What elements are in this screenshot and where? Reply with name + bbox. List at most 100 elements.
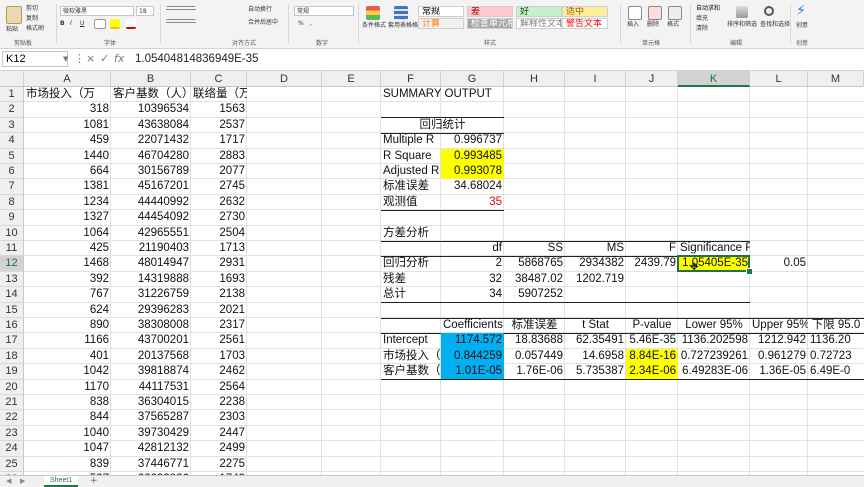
anova-cell[interactable]: 5868765	[504, 256, 565, 271]
column-header-i[interactable]: I	[565, 71, 626, 87]
data-cell[interactable]: 44454092	[111, 210, 191, 225]
data-cell[interactable]: 1064	[24, 226, 111, 241]
row-header-4[interactable]: 4	[0, 133, 24, 149]
data-cell[interactable]: 2745	[191, 179, 247, 194]
cell-style-5[interactable]: 检查单元格	[467, 18, 513, 29]
coef-header[interactable]: Lower 95%	[678, 318, 750, 333]
prev-sheet-button[interactable]: ◀	[6, 476, 11, 487]
coef-header[interactable]: t Stat	[565, 318, 626, 333]
row-header-14[interactable]: 14	[0, 287, 24, 303]
insert-function-icon[interactable]: fx	[114, 51, 124, 67]
coef-header[interactable]: Upper 95%	[750, 318, 808, 333]
row-header-2[interactable]: 2	[0, 102, 24, 118]
row-header-12[interactable]: 12	[0, 256, 24, 272]
row-header-1[interactable]: 1	[0, 87, 24, 103]
anova-header[interactable]: Significance F	[678, 241, 750, 256]
row-header-11[interactable]: 11	[0, 241, 24, 257]
coef-cell[interactable]: 0.72723	[808, 349, 864, 364]
summary-title[interactable]: SUMMARY OUTPUT	[381, 87, 565, 102]
data-cell[interactable]: 1468	[24, 256, 111, 271]
autosum-button[interactable]: 自动求和	[696, 5, 720, 13]
data-cell[interactable]: 839	[24, 457, 111, 472]
anova-cell[interactable]: 34	[441, 287, 504, 302]
data-cell[interactable]: 39730429	[111, 426, 191, 441]
data-cell[interactable]: 2447	[191, 426, 247, 441]
data-cell[interactable]: 2537	[191, 118, 247, 133]
reg-stat-value[interactable]: 0.996737	[441, 133, 504, 148]
row-header-7[interactable]: 7	[0, 179, 24, 195]
data-cell[interactable]: 1563	[191, 102, 247, 117]
row-header-21[interactable]: 21	[0, 395, 24, 411]
cell-style-7[interactable]: 警告文本	[562, 18, 608, 29]
column-header-d[interactable]: D	[247, 71, 322, 87]
data-cell[interactable]: 2077	[191, 164, 247, 179]
coef-cell[interactable]: 6.49283E-06	[678, 364, 750, 379]
data-cell[interactable]: 1703	[191, 349, 247, 364]
data-cell[interactable]: 664	[24, 164, 111, 179]
border-icon[interactable]	[94, 19, 106, 29]
data-cell[interactable]: 43700201	[111, 333, 191, 348]
data-cell[interactable]: 37446771	[111, 457, 191, 472]
row-header-10[interactable]: 10	[0, 225, 24, 241]
add-sheet-button[interactable]: +	[90, 476, 98, 487]
anova-title[interactable]: 方差分析	[381, 226, 504, 241]
align-center-icon[interactable]	[166, 19, 196, 25]
data-cell[interactable]: 39818874	[111, 364, 191, 379]
data-cell[interactable]: 2730	[191, 210, 247, 225]
row-header-16[interactable]: 16	[0, 318, 24, 334]
data-cell[interactable]: 2499	[191, 441, 247, 456]
data-cell[interactable]: 1693	[191, 272, 247, 287]
reg-stat-value[interactable]: 35	[441, 195, 504, 210]
fill-button[interactable]: 填充	[696, 15, 708, 23]
data-cell[interactable]: 425	[24, 241, 111, 256]
data-cell[interactable]: 2317	[191, 318, 247, 333]
data-cell[interactable]: 2021	[191, 303, 247, 318]
data-cell[interactable]: 1234	[24, 195, 111, 210]
format-painter-button[interactable]: 格式刷	[26, 25, 44, 33]
data-header-cell[interactable]: 市场投入（万	[24, 87, 111, 102]
data-cell[interactable]: 20137568	[111, 349, 191, 364]
anova-cell[interactable]: 2	[441, 256, 504, 271]
coef-row-label[interactable]: Intercept	[381, 333, 441, 348]
italic-button[interactable]: I	[70, 20, 72, 28]
merge-center-button[interactable]: 合并后居中	[248, 19, 278, 27]
row-header-6[interactable]: 6	[0, 164, 24, 180]
cut-button[interactable]: 剪切	[26, 5, 38, 13]
row-header-8[interactable]: 8	[0, 194, 24, 211]
delete-icon[interactable]	[648, 6, 662, 20]
row-header-3[interactable]: 3	[0, 117, 24, 134]
data-cell[interactable]: 42965551	[111, 226, 191, 241]
data-cell[interactable]: 1717	[191, 133, 247, 148]
row-header-17[interactable]: 17	[0, 333, 24, 349]
coef-header[interactable]: 标准误差	[504, 318, 565, 333]
data-cell[interactable]: 2883	[191, 149, 247, 164]
anova-cell[interactable]: 2439.79	[626, 256, 678, 271]
row-header-5[interactable]: 5	[0, 148, 24, 164]
find-select-icon[interactable]	[764, 6, 774, 16]
coef-row-label[interactable]: 客户基数（人	[381, 364, 441, 379]
data-cell[interactable]: 37565287	[111, 410, 191, 425]
reg-stat-label[interactable]: R Square	[381, 149, 441, 164]
data-cell[interactable]: 838	[24, 395, 111, 410]
coef-header[interactable]: 下限 95.0	[808, 318, 864, 333]
format-icon[interactable]	[668, 6, 682, 20]
data-cell[interactable]: 2462	[191, 364, 247, 379]
data-cell[interactable]: 2931	[191, 256, 247, 271]
coef-cell[interactable]: 0.727239261	[678, 349, 750, 364]
data-cell[interactable]: 890	[24, 318, 111, 333]
column-header-m[interactable]: M	[808, 71, 864, 87]
coef-header[interactable]: Coefficients	[441, 318, 504, 333]
data-cell[interactable]: 1327	[24, 210, 111, 225]
coef-cell[interactable]: 1136.202598	[678, 333, 750, 348]
data-cell[interactable]: 46704280	[111, 149, 191, 164]
cancel-icon[interactable]: ×	[86, 51, 95, 67]
coef-header[interactable]: P-value	[626, 318, 678, 333]
name-box[interactable]: K12	[2, 51, 68, 67]
row-header-20[interactable]: 20	[0, 379, 24, 395]
paste-icon[interactable]	[6, 6, 22, 24]
anova-header[interactable]: SS	[504, 241, 565, 256]
data-cell[interactable]: 2138	[191, 287, 247, 302]
coef-cell[interactable]: 6.49E-0	[808, 364, 864, 379]
data-cell[interactable]: 401	[24, 349, 111, 364]
data-cell[interactable]: 1047	[24, 441, 111, 456]
